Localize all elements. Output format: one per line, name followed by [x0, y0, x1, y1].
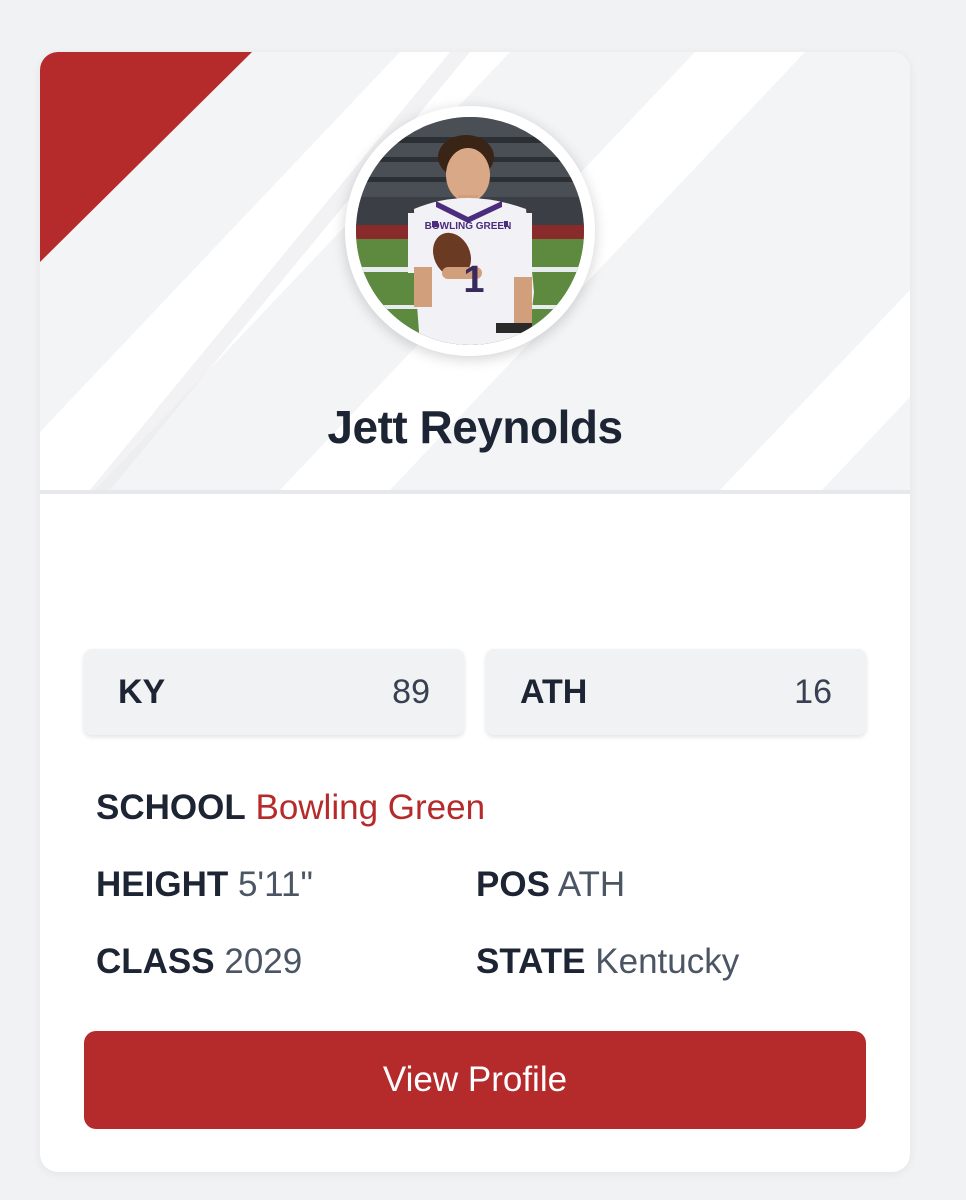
school-row: SCHOOL Bowling Green [96, 788, 485, 828]
class-value: 2029 [224, 942, 303, 981]
jersey-number: 1 [463, 259, 484, 301]
height-row: HEIGHT 5'11" [96, 865, 313, 905]
class-row: CLASS 2029 [96, 942, 302, 982]
player-avatar[interactable]: BOWLING GREEN 1 [345, 106, 595, 356]
position-rank-box: ATH 16 [486, 649, 866, 735]
state-label: STATE [476, 942, 586, 981]
state-row: STATE Kentucky [476, 942, 739, 982]
state-value: Kentucky [595, 942, 740, 981]
state-rank-label: KY [118, 673, 166, 711]
class-label: CLASS [96, 942, 215, 981]
state-rank-box: KY 89 [84, 649, 464, 735]
position-value: ATH [557, 865, 626, 904]
player-photo: BOWLING GREEN 1 [356, 117, 584, 345]
school-value: Bowling Green [255, 788, 486, 827]
school-label: SCHOOL [96, 788, 246, 827]
position-label: POS [476, 865, 550, 904]
height-label: HEIGHT [96, 865, 229, 904]
position-rank-value: 16 [794, 673, 832, 711]
state-rank-value: 89 [392, 673, 430, 711]
height-value: 5'11" [237, 865, 313, 904]
jersey-text: BOWLING GREEN [425, 221, 512, 232]
player-name: Jett Reynolds [327, 401, 623, 453]
view-profile-button[interactable]: View Profile [84, 1031, 866, 1129]
position-rank-label: ATH [520, 673, 588, 711]
card-banner: BOWLING GREEN 1 Jett Reynolds [40, 52, 910, 494]
player-card: BOWLING GREEN 1 Jett Reynolds KY 89 ATH … [40, 52, 910, 1172]
position-row: POS ATH [476, 865, 625, 905]
